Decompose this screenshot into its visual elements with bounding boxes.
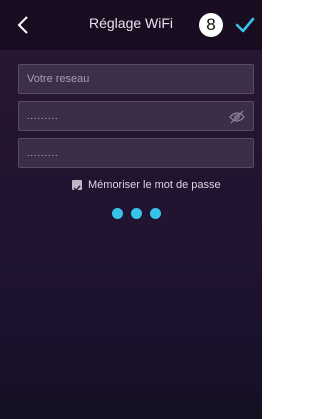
eye-slash-icon[interactable] bbox=[229, 110, 245, 124]
password-field[interactable] bbox=[18, 101, 254, 131]
confirm-password-input[interactable] bbox=[19, 139, 253, 167]
remember-password-label: Mémoriser le mot de passe bbox=[88, 179, 221, 191]
loading-dots-indicator bbox=[112, 208, 164, 220]
remember-password-option[interactable]: Mémoriser le mot de passe bbox=[72, 178, 221, 192]
network-name-input[interactable] bbox=[19, 65, 253, 93]
confirm-password-field[interactable] bbox=[18, 138, 254, 168]
loading-dot bbox=[131, 208, 142, 219]
remember-password-checkbox[interactable] bbox=[72, 180, 82, 192]
network-name-field[interactable] bbox=[18, 64, 254, 94]
wifi-settings-screen: Réglage WiFi 8 Mémoriser le mot de passe bbox=[0, 0, 262, 419]
loading-dot bbox=[112, 208, 123, 219]
step-number-badge: 8 bbox=[199, 13, 223, 37]
loading-dot bbox=[150, 208, 161, 219]
top-bar: Réglage WiFi 8 bbox=[0, 0, 262, 50]
confirm-check-icon[interactable] bbox=[235, 16, 255, 34]
checkbox-check-icon bbox=[73, 185, 81, 192]
password-input[interactable] bbox=[19, 102, 253, 130]
